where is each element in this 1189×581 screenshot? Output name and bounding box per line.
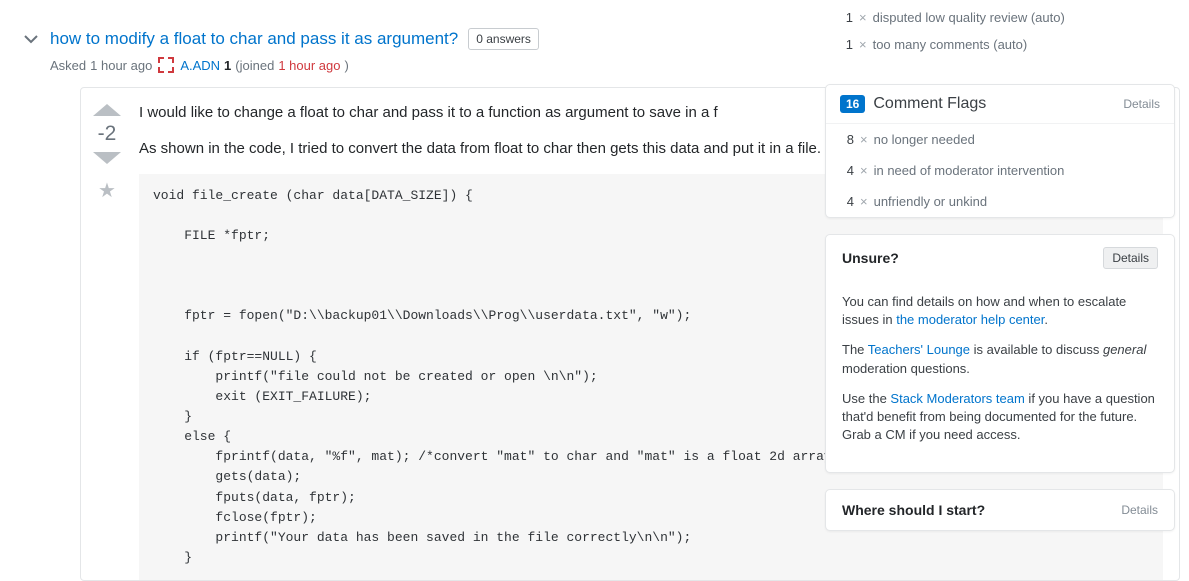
- flag-label: in need of moderator intervention: [874, 163, 1065, 178]
- flag-label: unfriendly or unkind: [874, 194, 987, 209]
- question-title-link[interactable]: how to modify a float to char and pass i…: [50, 29, 458, 49]
- joined-close: ): [344, 58, 348, 73]
- where-start-title: Where should I start?: [842, 502, 985, 518]
- flag-count: 8: [840, 132, 854, 147]
- upvote-button[interactable]: [93, 104, 121, 116]
- answers-count-badge: 0 answers: [468, 28, 539, 50]
- unsure-p1: You can find details on how and when to …: [842, 293, 1158, 329]
- unsure-p2: The Teachers' Lounge is available to dis…: [842, 341, 1158, 377]
- flag-row[interactable]: 8 × no longer needed: [826, 124, 1174, 155]
- downvote-button[interactable]: [93, 152, 121, 164]
- flag-row[interactable]: 1 × disputed low quality review (auto): [825, 4, 1175, 31]
- joined-label: (joined: [235, 58, 274, 73]
- flag-count: 1: [839, 10, 853, 25]
- times-icon: ×: [860, 132, 868, 147]
- where-start-details-link[interactable]: Details: [1121, 503, 1158, 517]
- flag-count: 1: [839, 37, 853, 52]
- expand-chevron-icon[interactable]: [22, 30, 40, 48]
- asked-time: 1 hour ago: [90, 58, 152, 73]
- favorite-star-icon[interactable]: ★: [98, 178, 116, 203]
- times-icon: ×: [860, 194, 868, 209]
- comment-flags-panel: 16 Comment Flags Details 8 × no longer n…: [825, 84, 1175, 218]
- asked-label: Asked: [50, 58, 86, 73]
- teachers-lounge-link[interactable]: Teachers' Lounge: [868, 342, 970, 357]
- flag-count: 4: [840, 194, 854, 209]
- comment-flags-title: Comment Flags: [873, 95, 986, 113]
- times-icon: ×: [859, 10, 867, 25]
- vote-score: -2: [98, 122, 117, 146]
- flag-label: too many comments (auto): [873, 37, 1028, 52]
- unsure-p3: Use the Stack Moderators team if you hav…: [842, 390, 1158, 445]
- user-reputation: 1: [224, 58, 231, 73]
- flag-row[interactable]: 1 × too many comments (auto): [825, 31, 1175, 58]
- comment-flags-count-badge: 16: [840, 95, 865, 113]
- times-icon: ×: [860, 163, 868, 178]
- times-icon: ×: [859, 37, 867, 52]
- unsure-title: Unsure?: [842, 250, 899, 266]
- stack-moderators-link[interactable]: Stack Moderators team: [890, 391, 1024, 406]
- flag-row[interactable]: 4 × unfriendly or unkind: [826, 186, 1174, 217]
- flag-label: no longer needed: [874, 132, 975, 147]
- flag-row[interactable]: 4 × in need of moderator intervention: [826, 155, 1174, 186]
- unsure-panel: Unsure? Details You can find details on …: [825, 234, 1175, 473]
- mod-help-center-link[interactable]: the moderator help center: [896, 312, 1044, 327]
- post-flags-list: 1 × disputed low quality review (auto) 1…: [825, 0, 1175, 68]
- username-link[interactable]: A.ADN: [180, 58, 220, 73]
- comment-flags-details-link[interactable]: Details: [1123, 97, 1160, 111]
- flag-label: disputed low quality review (auto): [873, 10, 1065, 25]
- user-avatar[interactable]: [158, 57, 174, 73]
- unsure-details-button[interactable]: Details: [1103, 247, 1158, 269]
- where-start-panel: Where should I start? Details: [825, 489, 1175, 531]
- flag-count: 4: [840, 163, 854, 178]
- joined-time: 1 hour ago: [278, 58, 340, 73]
